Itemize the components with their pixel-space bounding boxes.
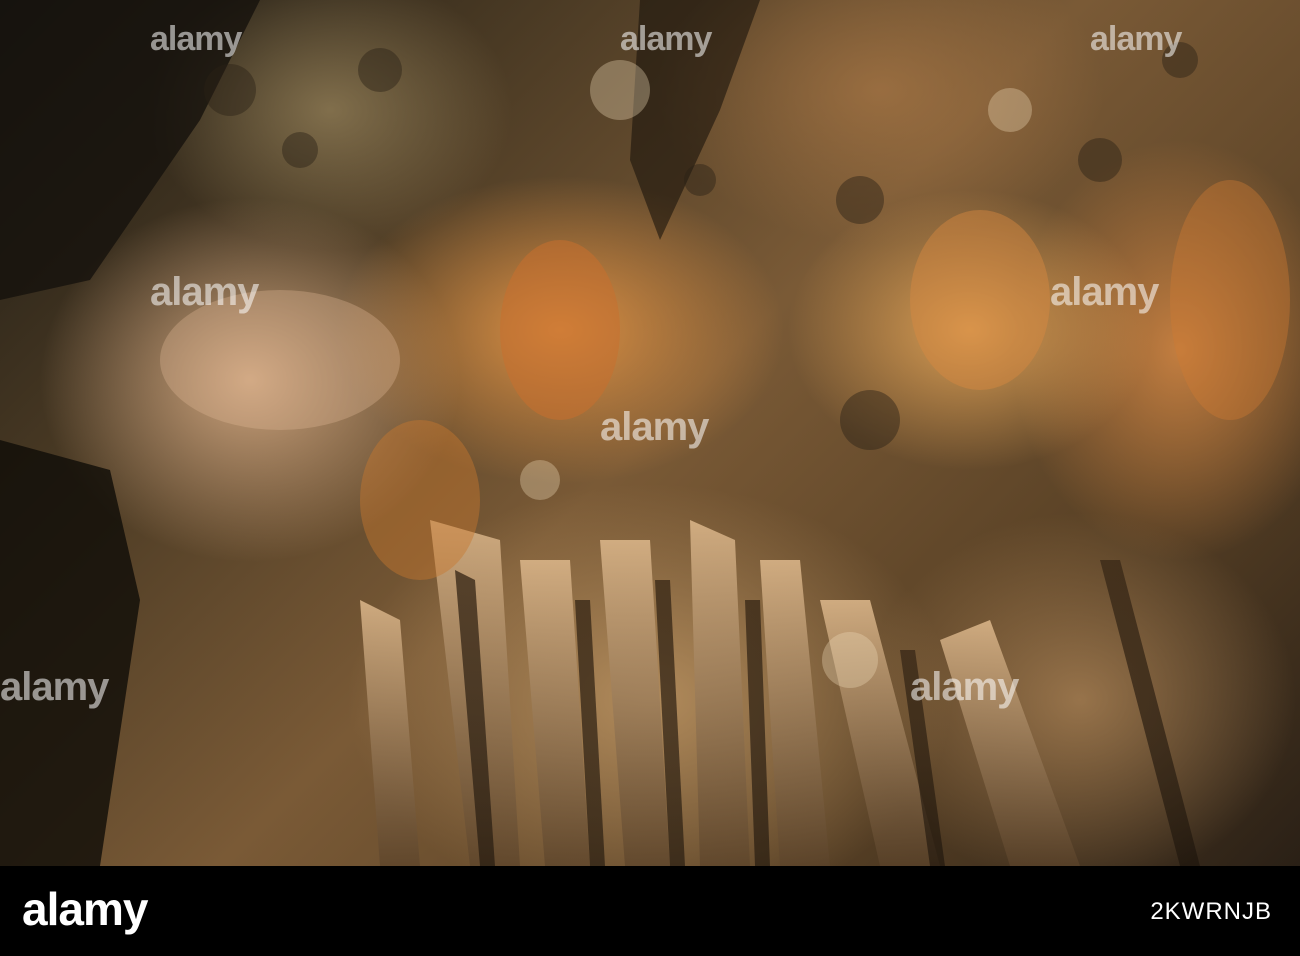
- watermark: alamy: [1050, 270, 1159, 314]
- watermark: alamy: [150, 20, 242, 58]
- watermark: alamy: [910, 665, 1019, 709]
- footer-bar: alamy 2KWRNJB: [0, 866, 1300, 956]
- cave-photo: alamy alamy alamy alamy alamy alamy alam…: [0, 0, 1300, 866]
- watermark: alamy: [150, 270, 259, 314]
- stock-photo-page: alamy alamy alamy alamy alamy alamy alam…: [0, 0, 1300, 956]
- watermark: alamy: [600, 405, 709, 449]
- image-code: 2KWRNJB: [1150, 898, 1272, 925]
- watermark: alamy: [620, 20, 712, 58]
- brand-logo[interactable]: alamy: [22, 882, 148, 936]
- watermark: alamy: [1090, 20, 1182, 58]
- watermark: alamy: [0, 665, 109, 709]
